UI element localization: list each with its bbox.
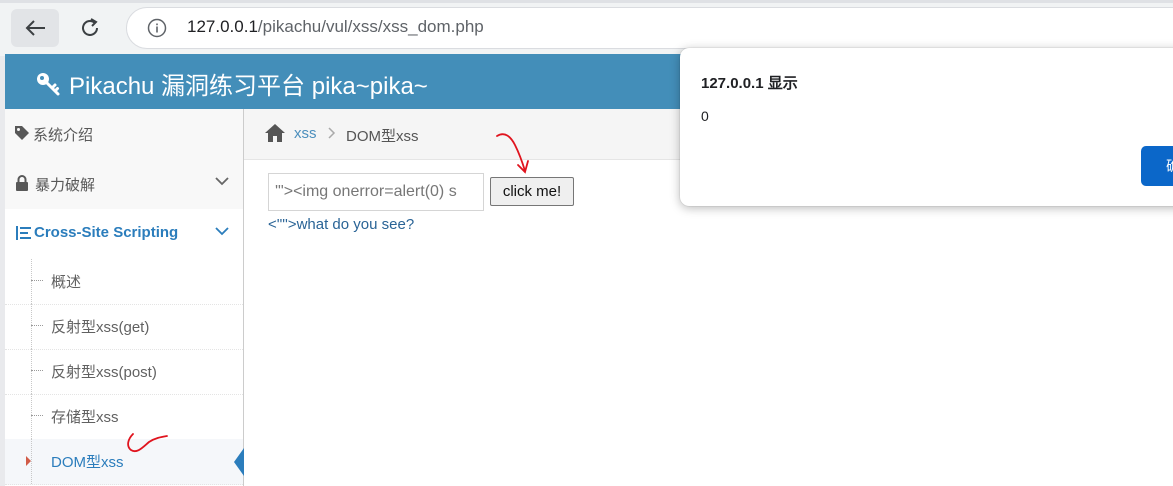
submenu-label: 反射型xss(get) bbox=[51, 319, 150, 336]
submenu-item-stored[interactable]: 存储型xss bbox=[5, 394, 243, 440]
active-pointer bbox=[234, 448, 244, 476]
alert-message: 0 bbox=[701, 108, 709, 124]
xss-submenu: 概述 反射型xss(get) 反射型xss(post) 存储型xss DOM型x bbox=[5, 259, 244, 486]
sidebar: 系统介绍 暴力破解 Cross-Site Scripting 概述 反射型xss… bbox=[5, 109, 244, 486]
tree-dash bbox=[31, 415, 43, 416]
url-host: 127.0.0.1 bbox=[187, 17, 258, 36]
reload-button[interactable] bbox=[66, 9, 114, 47]
caret-right-icon bbox=[26, 456, 31, 466]
submenu-label: 存储型xss bbox=[51, 409, 119, 426]
sidebar-item-label: 系统介绍 bbox=[33, 127, 94, 144]
key-icon bbox=[37, 72, 60, 95]
tree-dash bbox=[31, 370, 43, 371]
sidebar-item-label: Cross-Site Scripting bbox=[34, 224, 179, 241]
chevron-down-icon bbox=[215, 177, 229, 186]
url-path: /pikachu/vul/xss/xss_dom.php bbox=[257, 17, 484, 36]
arrow-left-icon bbox=[25, 20, 45, 36]
breadcrumb-current: DOM型xss bbox=[346, 128, 419, 145]
alert-title: 127.0.0.1 显示 bbox=[701, 75, 798, 92]
back-button[interactable] bbox=[11, 9, 59, 47]
tags-icon bbox=[15, 126, 29, 140]
sidebar-item-xss[interactable]: Cross-Site Scripting bbox=[5, 209, 243, 260]
xss-text-input[interactable] bbox=[268, 173, 484, 211]
chevron-down-icon bbox=[215, 227, 229, 236]
address-bar[interactable]: 127.0.0.1/pikachu/vul/xss/xss_dom.php bbox=[126, 7, 1173, 49]
sidebar-item-intro[interactable]: 系统介绍 bbox=[5, 109, 243, 160]
click-me-button[interactable]: click me! bbox=[490, 177, 574, 206]
tree-line bbox=[31, 394, 32, 439]
list-icon bbox=[16, 226, 31, 240]
alert-ok-button[interactable]: 确定 bbox=[1141, 146, 1173, 186]
breadcrumb-link-xss[interactable]: xss bbox=[294, 125, 317, 142]
url-text: 127.0.0.1/pikachu/vul/xss/xss_dom.php bbox=[187, 17, 484, 37]
reload-icon bbox=[82, 18, 98, 36]
submenu-label: DOM型xss bbox=[51, 454, 124, 471]
tree-dash bbox=[31, 325, 43, 326]
info-icon[interactable] bbox=[147, 18, 167, 38]
lock-icon bbox=[16, 175, 28, 191]
tree-line bbox=[31, 304, 32, 349]
submenu-item-reflected-get[interactable]: 反射型xss(get) bbox=[5, 304, 243, 350]
home-icon[interactable] bbox=[264, 123, 286, 143]
alert-dialog: 127.0.0.1 显示 0 确定 bbox=[680, 48, 1173, 206]
tab-strip-edge bbox=[0, 0, 1173, 3]
tree-line bbox=[31, 259, 32, 304]
chevron-right-icon bbox=[328, 127, 336, 139]
submenu-label: 反射型xss(post) bbox=[51, 364, 157, 381]
submenu-item-reflected-post[interactable]: 反射型xss(post) bbox=[5, 349, 243, 395]
tree-line bbox=[31, 349, 32, 394]
tree-dash bbox=[31, 280, 43, 281]
submenu-item-overview[interactable]: 概述 bbox=[5, 259, 243, 305]
sidebar-item-brute-force[interactable]: 暴力破解 bbox=[5, 159, 243, 210]
brand[interactable]: Pikachu 漏洞练习平台 pika~pika~ bbox=[35, 66, 428, 101]
tree-line bbox=[31, 439, 32, 484]
submenu-item-dom[interactable]: DOM型xss bbox=[5, 439, 244, 485]
sidebar-item-label: 暴力破解 bbox=[35, 177, 96, 194]
submenu-label: 概述 bbox=[51, 274, 82, 291]
site-title: Pikachu 漏洞练习平台 pika~pika~ bbox=[69, 73, 428, 100]
xss-output-link[interactable]: <'"'>what do you see? bbox=[268, 216, 414, 233]
